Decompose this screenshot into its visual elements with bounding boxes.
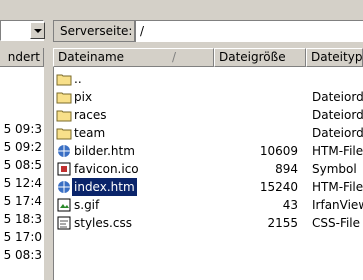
file-row[interactable]: pix Dateiord <box>54 88 363 106</box>
column-header-size-label: Dateigröße <box>219 50 286 64</box>
column-header-type-label: Dateityp <box>311 50 363 64</box>
file-row[interactable]: .. <box>54 70 363 88</box>
local-column-header-modified[interactable]: ndert <box>0 48 44 67</box>
folder-up-icon <box>56 74 72 86</box>
file-type: CSS-File <box>312 216 361 230</box>
column-header-type[interactable]: Dateityp <box>306 48 363 67</box>
file-name: races <box>74 108 107 122</box>
file-row[interactable]: styles.css 2155 CSS-File <box>54 214 363 232</box>
html-file-icon <box>58 181 70 193</box>
folder-icon <box>56 128 72 140</box>
file-size: 15240 <box>259 180 298 194</box>
file-type: IrfanView <box>312 198 363 212</box>
css-file-icon <box>57 216 71 230</box>
file-name: pix <box>74 90 93 104</box>
local-time-cell: 5 09:2 <box>3 140 42 154</box>
file-size: 43 <box>282 198 298 212</box>
file-type: Symbol <box>312 162 357 176</box>
gif-file-icon <box>57 198 71 212</box>
file-size: 10609 <box>259 144 298 158</box>
file-row[interactable]: bilder.htm 10609 HTM-File <box>54 142 363 160</box>
server-path-label: Serverseite: <box>53 20 135 42</box>
folder-icon <box>56 92 72 104</box>
sort-indicator-icon: / <box>172 50 177 64</box>
local-time-cell: 5 17:4 <box>3 194 42 208</box>
file-row-selected[interactable]: index.htm 15240 HTM-File <box>54 178 363 196</box>
local-time-cell: 5 12:4 <box>3 176 42 190</box>
file-name: .. <box>74 72 82 86</box>
file-row[interactable]: s.gif 43 IrfanView <box>54 196 363 214</box>
pane-splitter[interactable] <box>45 0 51 280</box>
file-row[interactable]: races Dateiord <box>54 106 363 124</box>
file-row[interactable]: favicon.ico 894 Symbol <box>54 160 363 178</box>
file-name: favicon.ico <box>74 162 139 176</box>
file-name: bilder.htm <box>74 144 135 158</box>
file-size: 894 <box>275 162 298 176</box>
file-type: HTM-File <box>312 180 363 194</box>
file-type: Dateiord <box>312 108 363 122</box>
chevron-down-icon <box>33 28 42 33</box>
file-type: Dateiord <box>312 90 363 104</box>
file-type: HTM-File <box>312 144 363 158</box>
folder-icon <box>56 110 72 122</box>
file-name: s.gif <box>74 198 100 212</box>
file-name: index.htm <box>72 178 137 196</box>
local-time-cell: 5 18:3 <box>3 212 42 226</box>
column-header-filename-label: Dateiname <box>58 50 125 64</box>
file-size: 2155 <box>267 216 298 230</box>
left-dropdown-button[interactable] <box>30 22 45 39</box>
file-name: styles.css <box>74 216 132 230</box>
local-time-cell: 5 17:0 <box>3 230 42 244</box>
local-time-cell: 5 08:3 <box>3 248 42 262</box>
local-time-cell: 5 08:5 <box>3 158 42 172</box>
server-path-input[interactable]: / <box>135 20 363 42</box>
column-header-size[interactable]: Dateigröße <box>214 48 306 67</box>
column-header-filename[interactable]: Dateiname / <box>53 48 214 67</box>
file-type: Dateiord <box>312 126 363 140</box>
local-time-cell: 5 09:3 <box>3 122 42 136</box>
file-name: team <box>74 126 106 140</box>
html-file-icon <box>58 145 70 157</box>
file-row[interactable]: team Dateiord <box>54 124 363 142</box>
local-file-list[interactable]: 5 09:3 5 09:2 5 08:5 5 12:4 5 17:4 5 18:… <box>0 48 44 280</box>
ico-file-icon <box>57 162 71 176</box>
